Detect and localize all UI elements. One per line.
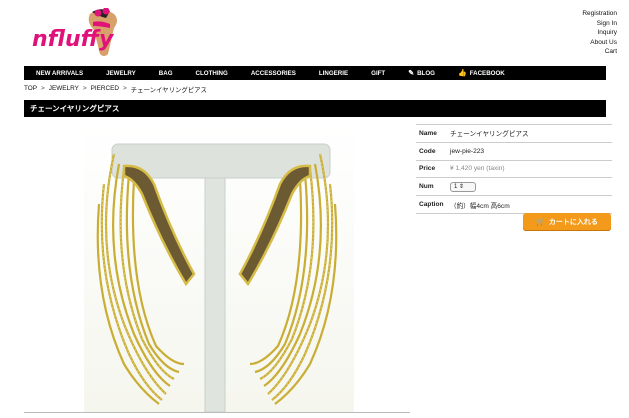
nav-item-blog[interactable]: ✎ BLOG [396, 69, 435, 78]
spec-key: Num [416, 177, 447, 196]
product-price: ¥ 1,420 [450, 165, 472, 173]
nav-item-facebook[interactable]: 👍 FACEBOOK [446, 69, 505, 78]
breadcrumb-top[interactable]: TOP [24, 85, 37, 94]
cart-link[interactable]: Cart [582, 47, 617, 57]
cart-icon: 🛒 [536, 219, 545, 226]
quantity-select[interactable]: 1 ⇕ [450, 181, 476, 192]
spec-key: Caption [416, 195, 447, 214]
nav-item-accessories[interactable]: ACCESSORIES [239, 70, 296, 77]
top-links: Registration Sign In Inquiry About Us Ca… [582, 9, 617, 57]
page-title: チェーンイヤリングピアス [24, 100, 606, 117]
spec-row-code: Code jew-pie-223 [416, 141, 612, 161]
spec-row-price: Price ¥ 1,420 yen (taxin) [416, 159, 612, 178]
breadcrumb-current: チェーンイヤリングピアス [130, 87, 207, 94]
nav-label: FACEBOOK [469, 69, 505, 77]
spec-row-name: Name チェーンイヤリングピアス [416, 124, 612, 143]
product-spec-table: Name チェーンイヤリングピアス Code jew-pie-223 Price… [416, 124, 612, 214]
product-caption: （約）幅4cm 高6cm [447, 195, 612, 214]
nav-label: NEW ARRIVALS [36, 69, 84, 77]
pencil-icon: ✎ [408, 70, 415, 77]
sign-in-link[interactable]: Sign In [582, 19, 617, 29]
nav-item-jewelry[interactable]: JEWELRY [94, 70, 136, 77]
page-title-text: チェーンイヤリングピアス [30, 104, 120, 113]
spec-row-caption: Caption （約）幅4cm 高6cm [416, 195, 612, 214]
nav-label: BAG [158, 69, 173, 77]
breadcrumb: TOP > JEWELRY > PIERCED > チェーンイヤリングピアス [24, 85, 207, 94]
price-note: yen (taxin) [473, 165, 505, 173]
product-image[interactable] [24, 124, 410, 413]
spec-row-num: Num 1 ⇕ [416, 177, 612, 196]
spec-key: Price [416, 159, 447, 178]
breadcrumb-pierced[interactable]: PIERCED [91, 85, 119, 94]
nav-label: JEWELRY [106, 69, 136, 77]
nav-item-clothing[interactable]: CLOTHING [184, 70, 228, 77]
product-code: jew-pie-223 [447, 141, 612, 161]
chevron-updown-icon: ⇕ [459, 183, 465, 190]
product-price-cell: ¥ 1,420 yen (taxin) [447, 159, 612, 178]
nav-label: CLOTHING [195, 69, 228, 77]
add-to-cart-label: カートに入れる [548, 219, 598, 226]
breadcrumb-separator: > [41, 85, 45, 92]
spec-key: Name [416, 124, 447, 143]
quantity-value: 1 [454, 183, 458, 190]
inquiry-link[interactable]: Inquiry [582, 28, 617, 38]
logo-text: nfluffy [32, 27, 115, 52]
nav-label: BLOG [417, 69, 435, 77]
main-nav: NEW ARRIVALS JEWELRY BAG CLOTHING ACCESS… [24, 66, 606, 80]
nav-item-gift[interactable]: GIFT [359, 70, 385, 77]
spec-key: Code [416, 141, 447, 161]
quantity-cell: 1 ⇕ [447, 177, 612, 196]
about-us-link[interactable]: About Us [582, 38, 617, 48]
nav-label: LINGERIE [318, 69, 349, 77]
nav-item-bag[interactable]: BAG [147, 70, 173, 77]
nav-label: ACCESSORIES [250, 69, 296, 77]
thumbs-up-icon: 👍 [457, 70, 467, 77]
nav-label: GIFT [371, 69, 386, 77]
product-name: チェーンイヤリングピアス [447, 124, 612, 143]
add-to-cart-button[interactable]: 🛒 カートに入れる [523, 213, 611, 231]
registration-link[interactable]: Registration [582, 9, 617, 19]
breadcrumb-separator: > [82, 85, 87, 92]
breadcrumb-separator: > [123, 85, 127, 92]
breadcrumb-jewelry[interactable]: JEWELRY [49, 85, 79, 94]
image-divider [24, 412, 410, 413]
brand-logo[interactable]: nfluffy [30, 7, 126, 58]
nav-item-new-arrivals[interactable]: NEW ARRIVALS [24, 70, 83, 77]
nav-item-lingerie[interactable]: LINGERIE [307, 70, 348, 77]
